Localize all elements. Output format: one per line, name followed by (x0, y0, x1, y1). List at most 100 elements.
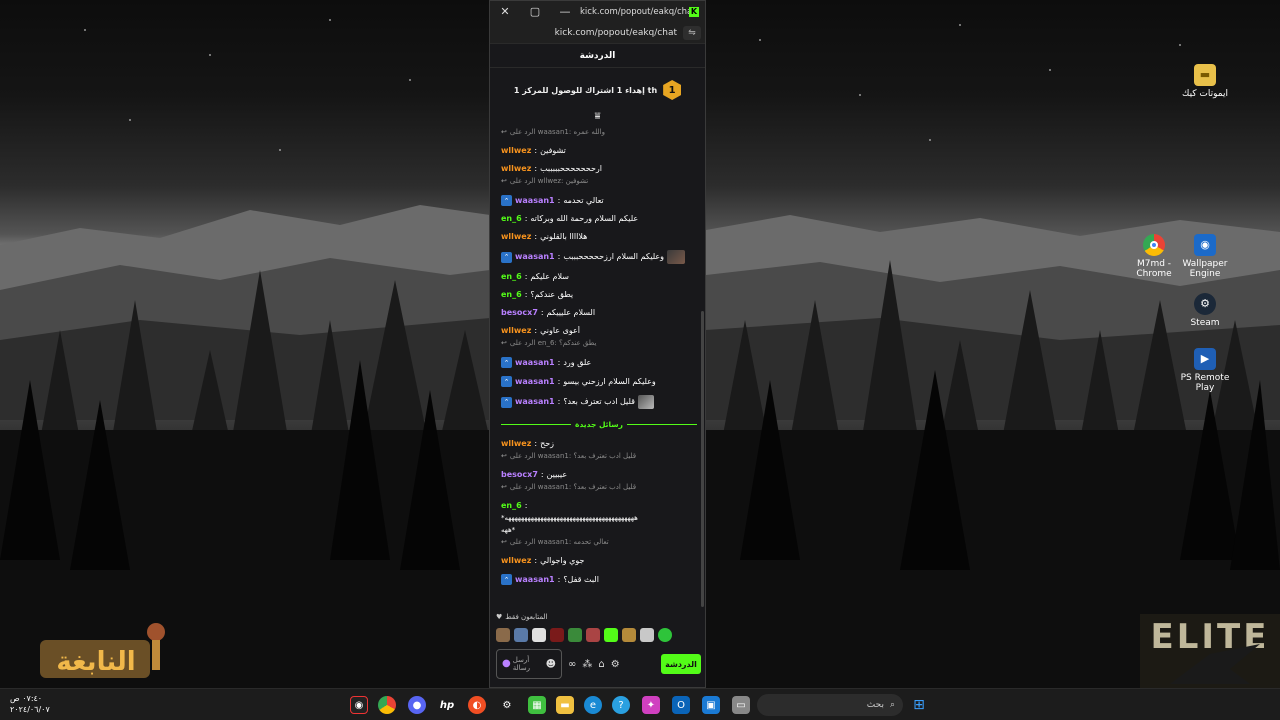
xbox-icon[interactable]: ▦ (528, 696, 546, 714)
chat-username[interactable]: wllwez (501, 232, 531, 242)
chat-message[interactable]: wllwez: زحح (501, 439, 697, 449)
chat-message[interactable]: ⌃ waasan1: تعالي تحدمه (501, 195, 697, 206)
chat-message[interactable]: ⌃ waasan1: البث قفل؟ (501, 574, 697, 585)
chat-username[interactable]: wllwez (501, 146, 531, 156)
subscriber-badge-icon: ⌃ (501, 357, 512, 368)
chat-username[interactable]: waasan1 (515, 196, 555, 206)
edge-icon[interactable]: e (584, 696, 602, 714)
obs-icon[interactable]: ◉ (350, 696, 368, 714)
desktop-icon-folder[interactable]: ▬ ايموتات كيك (1174, 64, 1236, 99)
task-view-icon[interactable]: ▭ (732, 696, 750, 714)
chat-message[interactable]: wllwez: تشوفين (501, 146, 697, 156)
mic-icon: ● (502, 658, 511, 669)
emote-icon[interactable] (622, 628, 636, 642)
maximize-icon[interactable]: ▢ (520, 5, 550, 18)
chat-message-text: عليكم السلام ورحمة الله وبركاته (530, 214, 639, 223)
chat-message[interactable]: wllwez: ارحححححححبببببب (501, 164, 697, 174)
reply-context[interactable]: ↩ الرد على en_6: يطق عندكم؟ (501, 338, 697, 349)
system-clock[interactable]: ٠٧:٤٠ ص ٢٠٢٤/٠٦/٠٧ (10, 693, 50, 715)
origin-icon[interactable]: ◐ (468, 696, 486, 714)
copilot-icon[interactable]: ✦ (642, 696, 660, 714)
emote-icon[interactable] (640, 628, 654, 642)
chat-message[interactable]: besocx7: السلام عليييكم (501, 308, 697, 318)
desktop-icon-ps-remote-play[interactable]: ▶ PS Remote Play (1174, 348, 1236, 393)
chat-message-text: جوي واجوالي (540, 556, 585, 565)
chat-username[interactable]: waasan1 (515, 252, 555, 262)
reply-context[interactable]: ↩ الرد على waasan1: قليل ادب تعترف بعد؟ (501, 482, 697, 493)
reply-icon: ↩ (501, 483, 507, 491)
chat-message[interactable]: en_6: يطق عندكم؟ (501, 290, 697, 300)
chat-username[interactable]: wllwez (501, 556, 531, 566)
chat-message[interactable]: ⌃ waasan1: وعليكم السلام ارزحني بيسو (501, 376, 697, 387)
emote-icon[interactable] (604, 628, 618, 642)
steam-taskbar-icon[interactable]: ⚙ (498, 696, 516, 714)
chat-username[interactable]: wllwez (501, 326, 531, 336)
chat-scrollbar[interactable] (701, 311, 704, 607)
subscriber-badge-icon: ⌃ (501, 251, 512, 263)
chat-message[interactable]: besocx7: عيبيين (501, 470, 697, 480)
chat-message[interactable]: ⌃ waasan1: وعليكم السلام ارزحححححبببب (501, 250, 697, 264)
chat-username[interactable]: waasan1 (515, 358, 555, 368)
chat-username[interactable]: besocx7 (501, 308, 538, 318)
chat-message-text: تعالي تحدمه (563, 195, 604, 205)
chat-message[interactable]: wllwez: أعوى عاوني (501, 326, 697, 336)
chat-username[interactable]: wllwez (501, 439, 531, 449)
chat-username[interactable]: en_6 (501, 290, 522, 300)
windows-start-icon[interactable]: ⊞ (910, 696, 928, 714)
reply-context[interactable]: ↩ الرد على waasan1: قليل ادب تعترف بعد؟ (501, 451, 697, 462)
hp-icon[interactable]: hp (438, 696, 456, 714)
chat-message[interactable]: wllwez: جوي واجوالي (501, 556, 697, 566)
gear-icon[interactable]: ⚙ (611, 659, 620, 670)
folder-icon: ▬ (1194, 64, 1216, 86)
emote-icon[interactable] (514, 628, 528, 642)
chat-username[interactable]: en_6 (501, 501, 522, 511)
emote-icon[interactable] (568, 628, 582, 642)
chat-message[interactable]: ⌃ waasan1: قليل ادب تعترف بعد؟ (501, 395, 697, 409)
emote-icon[interactable] (550, 628, 564, 642)
chat-message-text: سلام عليكم (530, 272, 569, 281)
send-chat-button[interactable]: الدردشة (661, 654, 701, 674)
chat-message[interactable]: en_6: سلام عليكم (501, 272, 697, 282)
outlook-icon[interactable]: O (672, 696, 690, 714)
share-icon[interactable]: ⁂ (582, 659, 592, 670)
chat-username[interactable]: besocx7 (501, 470, 538, 480)
emote-icon[interactable] (586, 628, 600, 642)
chat-username[interactable]: wllwez (501, 164, 531, 174)
emoji-icon[interactable]: ☻ (546, 659, 556, 670)
chat-message-continuation: *ههههههههههههههههههههههههههههههههههههههه… (501, 514, 638, 522)
chat-username[interactable]: waasan1 (515, 397, 555, 407)
help-icon[interactable]: ? (612, 696, 630, 714)
file-explorer-icon[interactable]: ▬ (556, 696, 574, 714)
discord-icon[interactable]: ● (408, 696, 426, 714)
close-icon[interactable]: ✕ (490, 5, 520, 18)
reply-context[interactable]: ↩ الرد على waasan1: تعالي تحدمه (501, 537, 697, 548)
chat-message[interactable]: wllwez: هلااااا بالقلوني (501, 232, 697, 242)
store-taskbar-icon[interactable]: ▣ (702, 696, 720, 714)
chat-username[interactable]: en_6 (501, 272, 522, 282)
address-bar[interactable]: kick.com/popout/eakq/chat ⇋ (490, 22, 705, 44)
store-icon[interactable]: ⌂ (598, 659, 604, 670)
sub-goal-banner: إهداء 1 اشتراك للوصول للمركز 1 th 1 (490, 68, 705, 112)
chat-message-text: يطق عندكم؟ (530, 290, 574, 299)
desktop-icon-steam[interactable]: ⚙ Steam (1174, 293, 1236, 328)
desktop-icon-wallpaper-engine[interactable]: ◉ Wallpaper Engine (1174, 234, 1236, 279)
site-settings-icon[interactable]: ⇋ (683, 25, 701, 40)
emote-icon[interactable] (532, 628, 546, 642)
chat-input[interactable]: ● أرسل رسالة ☻ (496, 649, 562, 679)
chat-message[interactable]: ⌃ waasan1: علق ورد (501, 357, 697, 368)
chat-username[interactable]: waasan1 (515, 377, 555, 387)
scroll-to-bottom-icon[interactable]: ⩸ (490, 112, 705, 124)
chat-message[interactable]: en_6: (501, 501, 697, 511)
reply-context[interactable]: ↩ الرد على waasan1: والله عمره (501, 127, 697, 138)
taskbar-search[interactable]: بحث ⌕ (757, 694, 903, 716)
chat-username[interactable]: en_6 (501, 214, 522, 224)
chat-username[interactable]: waasan1 (515, 575, 555, 585)
reply-context[interactable]: ↩ الرد على wllwez: تشوفين (501, 176, 697, 187)
infinity-icon[interactable]: ∞ (568, 659, 576, 670)
minimize-icon[interactable]: — (550, 5, 580, 18)
chat-message[interactable]: en_6: عليكم السلام ورحمة الله وبركاته (501, 214, 697, 224)
emote-icon[interactable] (658, 628, 672, 642)
chrome-taskbar-icon[interactable] (378, 696, 396, 714)
emote-icon[interactable] (496, 628, 510, 642)
chat-message-text: علق ورد (563, 357, 592, 367)
